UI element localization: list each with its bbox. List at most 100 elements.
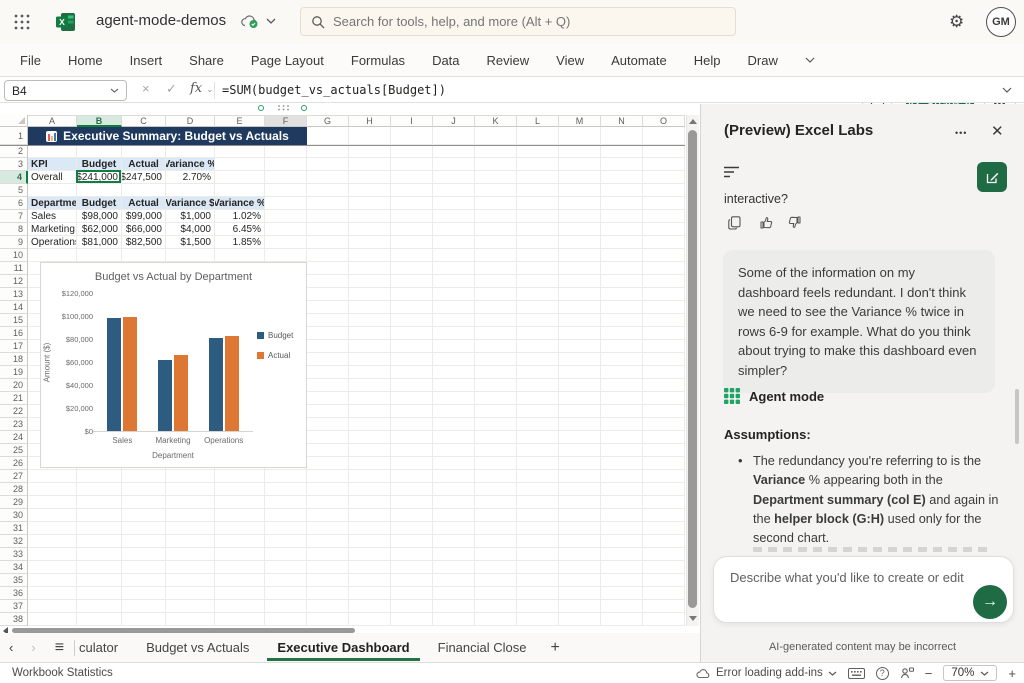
cell-D31[interactable] xyxy=(166,522,215,535)
cell-K16[interactable] xyxy=(475,327,517,340)
cell-B2[interactable] xyxy=(77,145,122,158)
cell-K34[interactable] xyxy=(475,561,517,574)
cell-O17[interactable] xyxy=(643,340,685,353)
cell-N15[interactable] xyxy=(601,314,643,327)
cell-M31[interactable] xyxy=(559,522,601,535)
cell-F3[interactable] xyxy=(265,158,307,171)
cell-D35[interactable] xyxy=(166,574,215,587)
cell-E33[interactable] xyxy=(215,548,265,561)
cell-A38[interactable] xyxy=(28,613,77,626)
cell-D37[interactable] xyxy=(166,600,215,613)
sheet-tab-budget-vs-actuals[interactable]: Budget vs Actuals xyxy=(132,633,263,662)
cell-G31[interactable] xyxy=(307,522,349,535)
cell-L20[interactable] xyxy=(517,379,559,392)
cell-B31[interactable] xyxy=(77,522,122,535)
cell-L4[interactable] xyxy=(517,171,559,184)
cell-M24[interactable] xyxy=(559,431,601,444)
cell-K26[interactable] xyxy=(475,457,517,470)
cell-M14[interactable] xyxy=(559,301,601,314)
cell-N34[interactable] xyxy=(601,561,643,574)
cell-M36[interactable] xyxy=(559,587,601,600)
cell-C28[interactable] xyxy=(122,483,166,496)
app-launcher-icon[interactable] xyxy=(14,14,30,30)
cell-M28[interactable] xyxy=(559,483,601,496)
cell-I26[interactable] xyxy=(391,457,433,470)
cell-A6[interactable]: Department xyxy=(28,197,77,210)
cell-C32[interactable] xyxy=(122,535,166,548)
cell-L19[interactable] xyxy=(517,366,559,379)
cell-M26[interactable] xyxy=(559,457,601,470)
row-header-31[interactable]: 31 xyxy=(0,522,28,535)
cell-N3[interactable] xyxy=(601,158,643,171)
cell-K14[interactable] xyxy=(475,301,517,314)
cell-M2[interactable] xyxy=(559,145,601,158)
cell-L38[interactable] xyxy=(517,613,559,626)
cell-B8[interactable]: $62,000 xyxy=(77,223,122,236)
cell-J11[interactable] xyxy=(433,262,475,275)
cell-K35[interactable] xyxy=(475,574,517,587)
cell-F4[interactable] xyxy=(265,171,307,184)
row-header-15[interactable]: 15 xyxy=(0,314,28,327)
cell-M38[interactable] xyxy=(559,613,601,626)
cell-K27[interactable] xyxy=(475,470,517,483)
workbook-title[interactable]: agent-mode-demos xyxy=(96,12,226,29)
cell-K4[interactable] xyxy=(475,171,517,184)
scroll-up-arrow-icon[interactable] xyxy=(689,119,697,124)
cell-H7[interactable] xyxy=(349,210,391,223)
cell-F36[interactable] xyxy=(265,587,307,600)
cell-J15[interactable] xyxy=(433,314,475,327)
cell-O5[interactable] xyxy=(643,184,685,197)
cell-J16[interactable] xyxy=(433,327,475,340)
cell-N26[interactable] xyxy=(601,457,643,470)
add-sheet-button[interactable]: + xyxy=(541,639,570,657)
sheet-tab-financial-close[interactable]: Financial Close xyxy=(424,633,541,662)
cell-C9[interactable]: $82,500 xyxy=(122,236,166,249)
cell-H19[interactable] xyxy=(349,366,391,379)
chat-input-card[interactable] xyxy=(713,556,1014,623)
cell-D38[interactable] xyxy=(166,613,215,626)
cell-L16[interactable] xyxy=(517,327,559,340)
cell-M19[interactable] xyxy=(559,366,601,379)
cell-O2[interactable] xyxy=(643,145,685,158)
selection-handle-left[interactable] xyxy=(258,105,264,111)
cell-M17[interactable] xyxy=(559,340,601,353)
cell-F29[interactable] xyxy=(265,496,307,509)
cell-L17[interactable] xyxy=(517,340,559,353)
cell-J27[interactable] xyxy=(433,470,475,483)
cell-B5[interactable] xyxy=(77,184,122,197)
cell-B3[interactable]: Budget xyxy=(77,158,122,171)
cell-J14[interactable] xyxy=(433,301,475,314)
cell-N37[interactable] xyxy=(601,600,643,613)
cell-O37[interactable] xyxy=(643,600,685,613)
cell-D30[interactable] xyxy=(166,509,215,522)
cell-L27[interactable] xyxy=(517,470,559,483)
cell-F32[interactable] xyxy=(265,535,307,548)
cell-L5[interactable] xyxy=(517,184,559,197)
cell-D8[interactable]: $4,000 xyxy=(166,223,215,236)
cell-F28[interactable] xyxy=(265,483,307,496)
cell-O21[interactable] xyxy=(643,392,685,405)
drag-grip-icon[interactable] xyxy=(277,104,290,112)
cell-O27[interactable] xyxy=(643,470,685,483)
cell-B37[interactable] xyxy=(77,600,122,613)
cell-J37[interactable] xyxy=(433,600,475,613)
cell-I38[interactable] xyxy=(391,613,433,626)
row-header-6[interactable]: 6 xyxy=(0,197,28,210)
cell-N20[interactable] xyxy=(601,379,643,392)
cell-M27[interactable] xyxy=(559,470,601,483)
cell-J3[interactable] xyxy=(433,158,475,171)
cell-F34[interactable] xyxy=(265,561,307,574)
cell-D34[interactable] xyxy=(166,561,215,574)
row-header-7[interactable]: 7 xyxy=(0,210,28,223)
cell-M4[interactable] xyxy=(559,171,601,184)
cell-L13[interactable] xyxy=(517,288,559,301)
cell-O23[interactable] xyxy=(643,418,685,431)
cell-O35[interactable] xyxy=(643,574,685,587)
cell-G5[interactable] xyxy=(307,184,349,197)
cell-C30[interactable] xyxy=(122,509,166,522)
cell-A4[interactable]: Overall xyxy=(28,171,77,184)
cell-H32[interactable] xyxy=(349,535,391,548)
cell-J8[interactable] xyxy=(433,223,475,236)
cell-J38[interactable] xyxy=(433,613,475,626)
cell-E36[interactable] xyxy=(215,587,265,600)
